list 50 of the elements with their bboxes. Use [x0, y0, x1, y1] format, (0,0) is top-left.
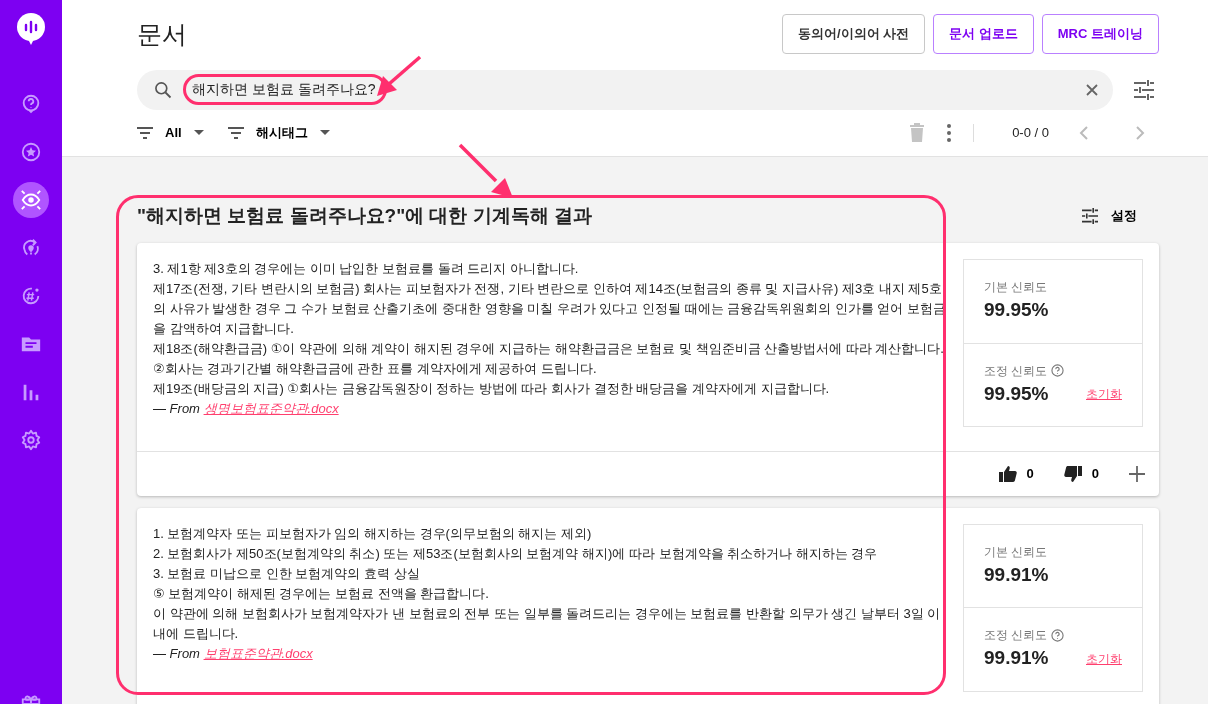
- sliders-icon[interactable]: [1133, 79, 1155, 100]
- answer-text: 3. 보험료 미납으로 인한 보험계약의 효력 상실: [153, 564, 421, 583]
- confidence-label: 조정 신뢰도: [984, 362, 1048, 380]
- eye-icon[interactable]: [13, 182, 49, 218]
- page-title: 문서: [137, 18, 187, 49]
- dislike-button[interactable]: 0: [1063, 464, 1099, 484]
- answer-text: 2. 보험회사가 제50조(보험계약의 취소) 또는 제53조(보험회사의 보험계약 해지)에 따라 보험계약을 취소하거나 해지하는 경우: [153, 544, 879, 563]
- filter-icon: [227, 126, 244, 139]
- confidence-label: 조정 신뢰도: [984, 627, 1048, 645]
- header-button[interactable]: MRC 트레이닝: [1041, 14, 1159, 54]
- page-range: 0-0 / 0: [1012, 123, 1049, 142]
- confidence-value: 99.95%: [984, 298, 1050, 323]
- filter-dropdown[interactable]: All: [137, 122, 204, 143]
- answer-text: 1. 보험계약자 또는 피보험자가 임의 해지하는 경우(의무보험의 해지는 제외): [153, 524, 593, 543]
- answer-text: ②회사는 경과기간별 해약환급금에 관한 표를 계약자에게 제공하여 드립니다.: [153, 360, 598, 379]
- confidence-label: 기본 신뢰도: [984, 279, 1049, 297]
- caret-icon: [193, 129, 204, 136]
- add-icon[interactable]: [1129, 466, 1145, 483]
- confidence-label: 기본 신뢰도: [984, 543, 1049, 561]
- answer-text: 이 약관에 의해 보험회사가 보험계약자가 낸 보험료의 전부 또는 일부를 돌려드리는 경우에는 보험료를 반환할 의무가 생긴 날부터 3일 이내에 드립니다.: [153, 604, 942, 643]
- annotation-arrow: [375, 54, 423, 98]
- results-title: "해지하면 보험료 돌려주나요?"에 대한 기계독해 결과: [137, 204, 593, 228]
- answer-text: 3. 제1항 제3호의 경우에는 이미 납입한 보험료를 돌려 드리지 아니합니다.: [153, 260, 580, 279]
- more-icon[interactable]: [947, 123, 952, 142]
- search-icon: [153, 79, 173, 100]
- answer-text: ⑤ 보험계약이 해제된 경우에는 보험료 전액을 환급합니다.: [153, 584, 490, 603]
- trash-icon[interactable]: [909, 123, 926, 142]
- answer-text: 제19조(배당금의 지급) ①회사는 금융감독원장이 정하는 방법에 따라 회사가 결정한 배당금을 계약자에게 지급합니다.: [153, 380, 831, 399]
- search-field[interactable]: 해지하면 보험료 돌려주나요?: [137, 69, 1113, 110]
- filter-icon: [137, 126, 153, 139]
- settings-button[interactable]: 설정: [1081, 206, 1137, 226]
- help-icon: [1051, 628, 1065, 642]
- source-line: — From 보험표준약관.docx: [153, 644, 314, 663]
- search-input[interactable]: 해지하면 보험료 돌려주나요?: [183, 74, 387, 105]
- sliders-icon: [1081, 207, 1099, 224]
- confidence-value: 99.95%: [984, 381, 1049, 406]
- previous-icon[interactable]: [1079, 124, 1089, 141]
- confidence-value: 99.91%: [984, 646, 1049, 671]
- header-button[interactable]: 동의어/이의어 사전: [781, 14, 926, 54]
- next-icon[interactable]: [1135, 124, 1145, 141]
- confidence-value: 99.91%: [984, 562, 1050, 587]
- clear-icon[interactable]: [1085, 82, 1099, 97]
- filter-dropdown[interactable]: 해시태그: [227, 122, 330, 143]
- answer-text: 제18조(해약환급금) ①이 약관에 의해 계약이 해지된 경우에 지급하는 해약환급금은 보험료 및 책임준비금 산출방법서에 따라 계산합니다.: [153, 340, 945, 359]
- chat-bubble-logo: [16, 12, 46, 46]
- source-line: — From 생명보험표준약관.docx: [153, 400, 340, 419]
- help-icon: [1051, 364, 1065, 378]
- caret-icon: [319, 129, 330, 136]
- like-button[interactable]: 0: [998, 464, 1034, 484]
- header-button[interactable]: 문서 업로드: [933, 14, 1034, 54]
